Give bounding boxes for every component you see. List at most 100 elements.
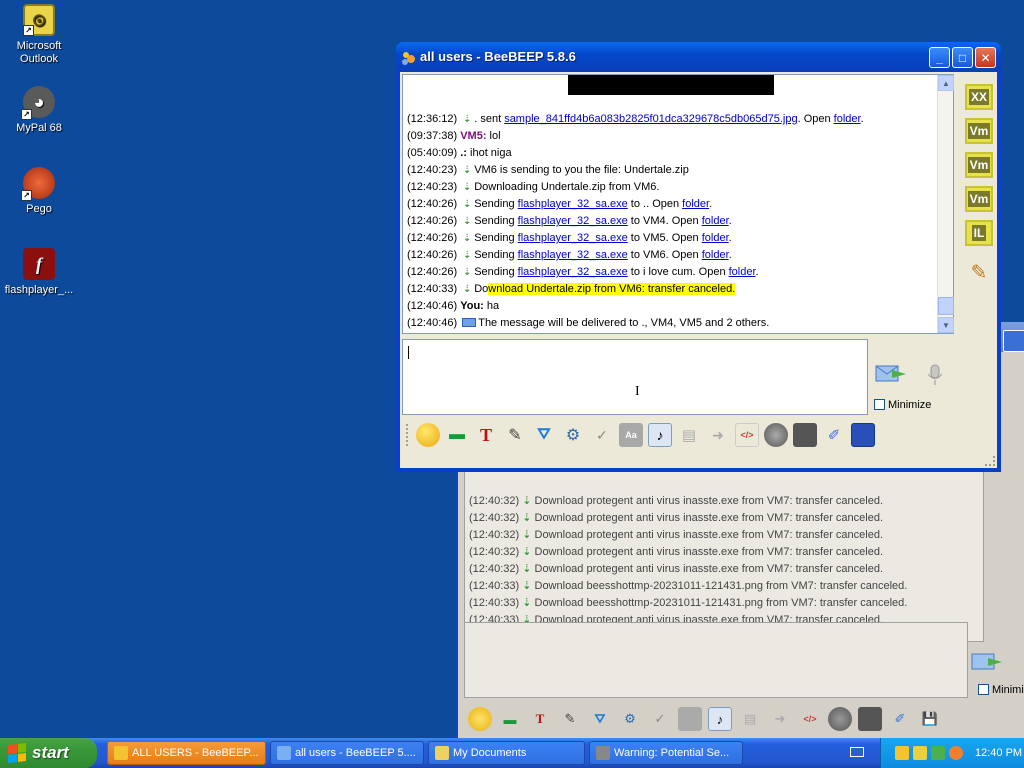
start-button[interactable]: start: [0, 738, 97, 768]
filter-icon[interactable]: ⛛: [588, 707, 612, 731]
file-link[interactable]: flashplayer_32_sa.exe: [518, 198, 628, 210]
code-icon[interactable]: </>: [798, 707, 822, 731]
send-button[interactable]: [874, 360, 908, 388]
highlighted-text: wnload Undertale.zip from VM6: transfer …: [488, 283, 736, 295]
spellcheck-icon[interactable]: ✓: [648, 707, 672, 731]
document-icon[interactable]: ▤: [738, 707, 762, 731]
taskbar-item[interactable]: My Documents: [428, 741, 585, 765]
window-titlebar[interactable]: all users - BeeBEEP 5.8.6 _ □ ✕: [396, 42, 1001, 72]
green-bar-icon[interactable]: ▬: [498, 707, 522, 731]
file-link[interactable]: flashplayer_32_sa.exe: [518, 266, 628, 278]
settings-icon[interactable]: ⚙: [618, 707, 642, 731]
folder-link[interactable]: folder: [729, 266, 756, 278]
taskbar-item-label: Warning: Potential Se...: [614, 747, 730, 759]
desktop-icon-flash[interactable]: f flashplayer_...: [0, 248, 78, 297]
filter-icon[interactable]: ⛛: [532, 423, 556, 447]
desktop-icon-mypal[interactable]: ◕ ↗ MyPal 68: [0, 86, 78, 135]
taskbar-item[interactable]: ALL USERS - BeeBEEP...: [107, 741, 266, 765]
desktop-icon-label: Microsoft Outlook: [16, 40, 62, 65]
folder-link[interactable]: folder: [702, 232, 729, 244]
save-icon[interactable]: [851, 423, 875, 447]
desktop-icon-pego[interactable]: ↗ Pego: [0, 167, 78, 216]
terminal-icon[interactable]: [858, 707, 882, 731]
message-list: (12:36:12) ⇣. sent sample_841ffd4b6a083b…: [407, 111, 935, 332]
desktop-icon-label: MyPal 68: [16, 122, 62, 134]
dictionary-icon[interactable]: [678, 707, 702, 731]
checkbox-box[interactable]: [874, 399, 885, 410]
background-send-button[interactable]: [968, 648, 1012, 678]
flash-icon: f: [23, 248, 55, 280]
taskbar-item[interactable]: Warning: Potential Se...: [589, 741, 743, 765]
record-icon[interactable]: [764, 423, 788, 447]
send-icon: [971, 653, 1002, 670]
background-toolbar: ▬ T ✎ ⛛ ⚙ ✓ ♪ ▤ ➜ </> ✐ 💾: [464, 704, 974, 734]
file-link[interactable]: flashplayer_32_sa.exe: [518, 215, 628, 227]
chat-scrollbar[interactable]: ▲ ▼: [937, 75, 954, 333]
document-icon[interactable]: ▤: [677, 423, 701, 447]
forward-icon[interactable]: ➜: [706, 423, 730, 447]
background-message-input[interactable]: [464, 622, 968, 698]
toolbar-grip[interactable]: [406, 424, 409, 446]
color-icon[interactable]: ✎: [558, 707, 582, 731]
folder-link[interactable]: folder: [702, 215, 729, 227]
search-icon[interactable]: [949, 746, 963, 760]
folder-link[interactable]: folder: [834, 113, 861, 125]
record-icon[interactable]: [828, 707, 852, 731]
edit-icon[interactable]: ✐: [822, 423, 846, 447]
color-icon[interactable]: ✎: [503, 423, 527, 447]
spellcheck-icon[interactable]: ✓: [590, 423, 614, 447]
taskbar-item-label: My Documents: [453, 747, 527, 759]
voice-message-button[interactable]: [922, 362, 948, 388]
chat-message: (09:37:38) VM5: lol: [407, 130, 501, 142]
close-button[interactable]: ✕: [975, 47, 996, 68]
forward-icon[interactable]: ➜: [768, 707, 792, 731]
edit-icon[interactable]: ✐: [888, 707, 912, 731]
taskbar-item[interactable]: all users - BeeBEEP 5....: [270, 741, 424, 765]
mail-icon: [462, 318, 477, 327]
keyboard-icon[interactable]: [850, 747, 864, 757]
background-minimize-checkbox[interactable]: Minimize: [978, 684, 1024, 696]
user-button-xx[interactable]: XX: [965, 84, 993, 110]
minimize-button[interactable]: _: [929, 47, 950, 68]
checkbox-box[interactable]: [978, 684, 989, 695]
maximize-button[interactable]: □: [952, 47, 973, 68]
scroll-thumb[interactable]: [938, 297, 954, 315]
file-link[interactable]: flashplayer_32_sa.exe: [518, 232, 628, 244]
resize-grip[interactable]: [985, 456, 995, 466]
emoticon-icon[interactable]: [468, 707, 492, 731]
dictionary-icon[interactable]: Aa: [619, 423, 643, 447]
music-icon[interactable]: ♪: [708, 707, 732, 731]
font-icon[interactable]: T: [474, 423, 498, 447]
user-button-vm[interactable]: Vm: [965, 186, 993, 212]
message-input[interactable]: I: [402, 339, 868, 415]
green-bar-icon[interactable]: ▬: [445, 423, 469, 447]
folder-link[interactable]: folder: [682, 198, 709, 210]
user-button-il[interactable]: IL: [965, 220, 993, 246]
terminal-icon[interactable]: [793, 423, 817, 447]
tray-icon[interactable]: [895, 746, 909, 760]
music-icon[interactable]: ♪: [648, 423, 672, 447]
taskbar-item-label: all users - BeeBEEP 5....: [295, 747, 416, 759]
folder-link[interactable]: folder: [702, 249, 729, 261]
emoticon-icon[interactable]: [416, 423, 440, 447]
group-settings-icon[interactable]: ✎: [965, 258, 993, 286]
settings-icon[interactable]: ⚙: [561, 423, 585, 447]
outlook-icon: ⊙ ↗: [23, 4, 55, 36]
desktop-icon-outlook[interactable]: ⊙ ↗ Microsoft Outlook: [0, 4, 78, 66]
background-window-button[interactable]: [1003, 330, 1024, 352]
file-link[interactable]: sample_841ffd4b6a083b2825f01dca329678c5d…: [504, 113, 797, 125]
scroll-up-button[interactable]: ▲: [938, 75, 954, 91]
user-button-vm[interactable]: Vm: [965, 152, 993, 178]
code-icon[interactable]: </>: [735, 423, 759, 447]
scroll-down-button[interactable]: ▼: [938, 317, 954, 333]
minimize-checkbox[interactable]: Minimize: [874, 399, 931, 411]
shield-icon[interactable]: [913, 746, 927, 760]
file-link[interactable]: flashplayer_32_sa.exe: [518, 249, 628, 261]
network-icon[interactable]: [931, 746, 945, 760]
user-button-vm[interactable]: Vm: [965, 118, 993, 144]
chat-message: (12:40:26) ⇣ Sending flashplayer_32_sa.ex…: [407, 247, 935, 264]
image-preview[interactable]: [568, 75, 774, 95]
save-icon[interactable]: 💾: [918, 707, 942, 731]
font-icon[interactable]: T: [528, 707, 552, 731]
chat-window[interactable]: all users - BeeBEEP 5.8.6 _ □ ✕ (12:36:1…: [396, 42, 1001, 472]
